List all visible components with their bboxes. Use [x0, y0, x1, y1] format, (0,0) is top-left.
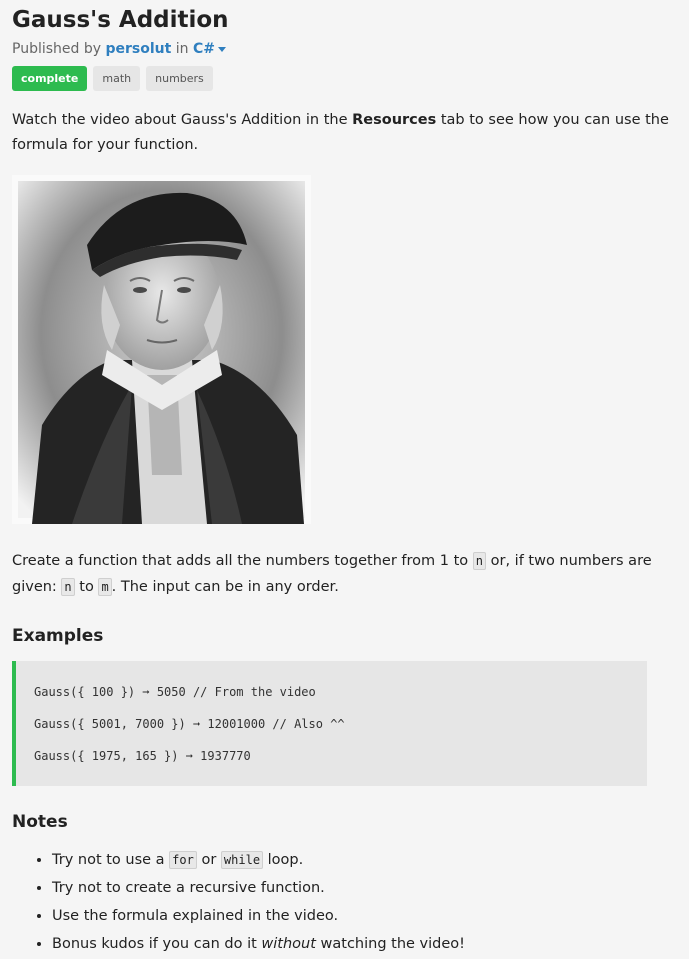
resources-bold: Resources: [352, 112, 437, 128]
note-text-part: watching the video!: [315, 936, 465, 952]
example-line: Gauss({ 1975, 165 }) ➞ 1937770: [34, 749, 251, 763]
gauss-portrait: [12, 175, 311, 524]
language-label: C#: [193, 41, 216, 57]
tag-math[interactable]: math: [93, 66, 141, 91]
inline-code-n: n: [472, 552, 486, 570]
page-title: Gauss's Addition: [12, 7, 229, 33]
note-text-part: or: [196, 852, 221, 868]
note-item: Bonus kudos if you can do it without wat…: [52, 930, 677, 958]
note-text-part: Try not to use a: [52, 852, 170, 868]
note-text-part: Bonus kudos if you can do it: [52, 936, 262, 952]
example-line: Gauss({ 100 }) ➞ 5050 // From the video: [34, 685, 316, 699]
examples-block: Gauss({ 100 }) ➞ 5050 // From the video …: [12, 661, 647, 786]
language-dropdown[interactable]: C#: [193, 41, 227, 57]
portrait-image: [12, 175, 311, 524]
note-item: Try not to use a for or while loop.: [52, 846, 677, 874]
publish-prefix: Published by: [12, 41, 102, 57]
task-text-part: to: [74, 579, 99, 595]
notes-heading: Notes: [12, 812, 68, 832]
note-emphasis: without: [261, 936, 316, 952]
publish-info: Published by persolut in C#: [12, 40, 677, 58]
tag-complete[interactable]: complete: [12, 66, 88, 91]
publish-in: in: [175, 41, 189, 57]
task-text-part: Create a function that adds all the numb…: [12, 553, 473, 569]
inline-code-m: m: [98, 578, 112, 596]
inline-code-n: n: [61, 578, 75, 596]
author-link[interactable]: persolut: [105, 41, 171, 57]
note-item: Try not to create a recursive function.: [52, 874, 677, 902]
example-line: Gauss({ 5001, 7000 }) ➞ 12001000 // Also…: [34, 717, 345, 731]
examples-heading: Examples: [12, 626, 104, 646]
intro-text-part: Watch the video about Gauss's Addition i…: [12, 112, 353, 128]
tag-numbers[interactable]: numbers: [146, 66, 213, 91]
inline-code-while: while: [220, 851, 264, 869]
challenge-page: Gauss's Addition Published by persolut i…: [0, 0, 689, 958]
note-text-part: loop.: [263, 852, 304, 868]
inline-code-for: for: [169, 851, 197, 869]
tag-list: complete math numbers: [12, 66, 677, 91]
note-item: Use the formula explained in the video.: [52, 902, 677, 930]
intro-text: Watch the video about Gauss's Addition i…: [12, 108, 677, 158]
task-text-part: . The input can be in any order.: [111, 579, 339, 595]
notes-list: Try not to use a for or while loop. Try …: [12, 846, 677, 958]
task-description: Create a function that adds all the numb…: [12, 548, 677, 600]
caret-down-icon: [218, 46, 227, 52]
